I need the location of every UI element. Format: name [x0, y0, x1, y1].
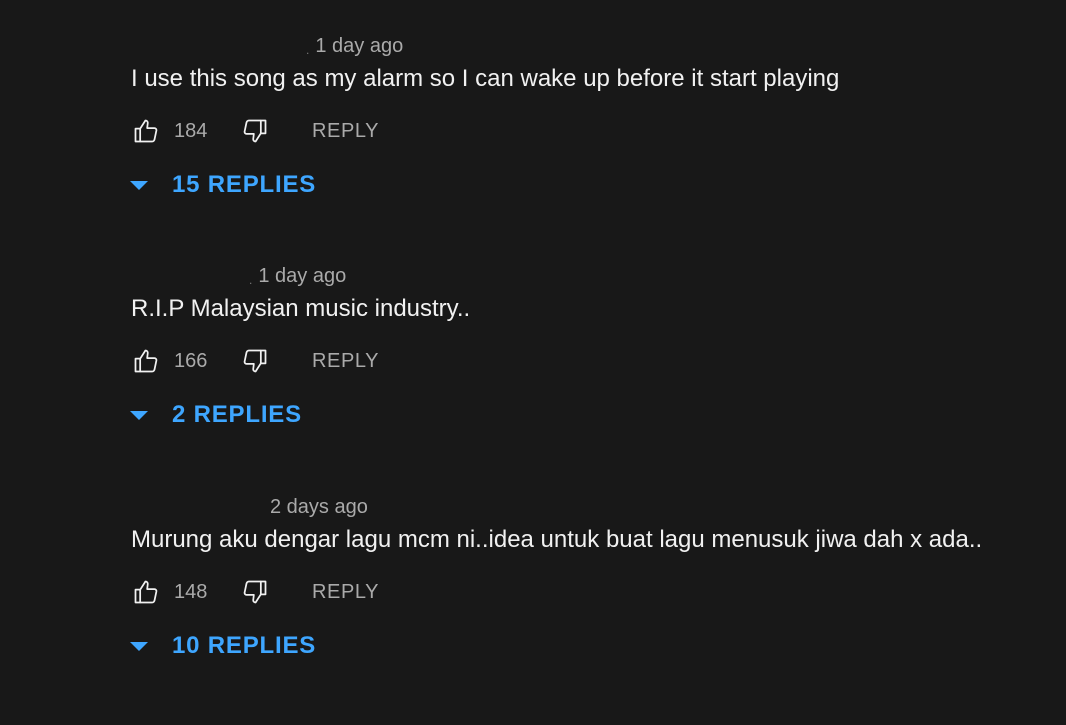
reply-button[interactable]: REPLY — [312, 120, 379, 143]
separator-dot: . — [249, 273, 253, 287]
comment-timestamp[interactable]: 2 days ago — [270, 496, 368, 519]
caret-down-icon — [130, 180, 148, 190]
comment-actions: 166 REPLY — [131, 346, 379, 376]
thumb-up-icon — [134, 119, 158, 143]
like-button[interactable] — [131, 577, 161, 607]
replies-count-label: 10 REPLIES — [172, 632, 317, 659]
comment-meta: . 1 day ago — [306, 34, 403, 58]
comment-thread: . 1 day ago I use this song as my alarm … — [0, 34, 1066, 264]
caret-down-icon — [130, 641, 148, 651]
comment-thread: 2 days ago Murung aku dengar lagu mcm ni… — [0, 495, 1066, 725]
comment-text: R.I.P Malaysian music industry.. — [131, 295, 471, 322]
comment-thread: . 1 day ago R.I.P Malaysian music indust… — [0, 264, 1066, 494]
thumb-down-icon — [243, 580, 267, 604]
thumb-down-icon — [243, 349, 267, 373]
comment-actions: 148 REPLY — [131, 577, 379, 607]
thumb-up-icon — [134, 349, 158, 373]
replies-count-label: 15 REPLIES — [172, 171, 317, 198]
like-button[interactable] — [131, 346, 161, 376]
comment-text: I use this song as my alarm so I can wak… — [131, 65, 840, 92]
dislike-button[interactable] — [240, 346, 270, 376]
like-count: 184 — [174, 119, 208, 142]
comment-meta: 2 days ago — [264, 495, 368, 519]
view-replies-button[interactable]: 10 REPLIES — [128, 629, 316, 663]
like-count: 166 — [174, 349, 208, 372]
like-button[interactable] — [131, 116, 161, 146]
comment-text: Murung aku dengar lagu mcm ni..idea untu… — [131, 526, 983, 553]
comment-timestamp[interactable]: 1 day ago — [315, 35, 403, 58]
comment-timestamp[interactable]: 1 day ago — [258, 265, 346, 288]
reply-button[interactable]: REPLY — [312, 350, 379, 373]
like-count: 148 — [174, 580, 208, 603]
reply-button[interactable]: REPLY — [312, 581, 379, 604]
dislike-button[interactable] — [240, 116, 270, 146]
dislike-button[interactable] — [240, 577, 270, 607]
separator-dot: . — [306, 43, 310, 57]
view-replies-button[interactable]: 15 REPLIES — [128, 168, 316, 202]
view-replies-button[interactable]: 2 REPLIES — [128, 398, 302, 432]
comment-actions: 184 REPLY — [131, 116, 379, 146]
comment-meta: . 1 day ago — [249, 264, 346, 288]
thumb-up-icon — [134, 580, 158, 604]
caret-down-icon — [130, 410, 148, 420]
replies-count-label: 2 REPLIES — [172, 401, 302, 428]
thumb-down-icon — [243, 119, 267, 143]
